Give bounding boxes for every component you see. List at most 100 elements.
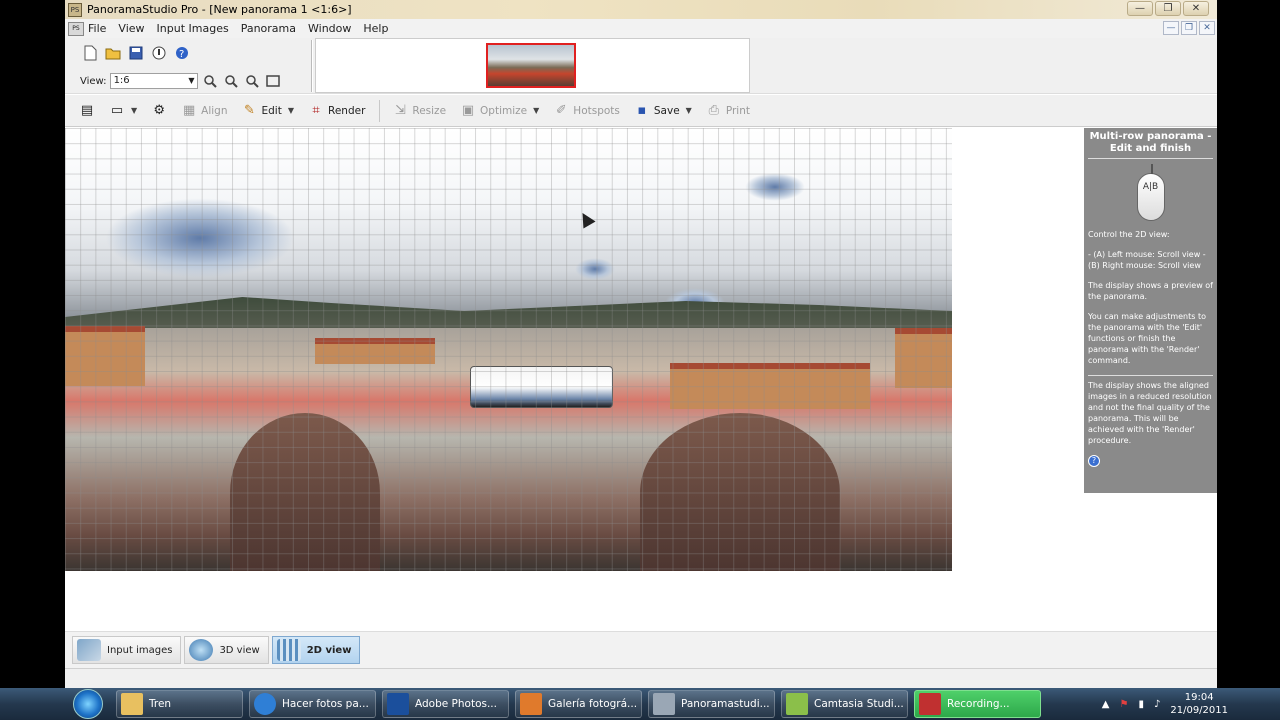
- taskbar-item-panoramastudio[interactable]: Panoramastudi...: [648, 690, 775, 718]
- help-question-icon[interactable]: ?: [1088, 455, 1100, 467]
- doc-minimize-button[interactable]: —: [1163, 21, 1179, 35]
- taskbar-item-label: Panoramastudi...: [681, 698, 770, 710]
- clock[interactable]: 19:04 21/09/2011: [1170, 691, 1228, 717]
- render-button[interactable]: ⌗ Render: [308, 103, 365, 118]
- tab-2d-view-label: 2D view: [306, 644, 352, 656]
- chevron-down-icon: ▼: [131, 106, 138, 115]
- taskbar-item-label: Galería fotográ...: [548, 698, 638, 710]
- chevron-down-icon: ▼: [533, 106, 540, 115]
- open-folder-icon[interactable]: [104, 44, 122, 62]
- info-icon[interactable]: [150, 44, 168, 62]
- taskbar-item-label: Adobe Photos...: [415, 698, 497, 710]
- system-tray: ▲ ⚑ ▮ ♪ 19:04 21/09/2011: [1050, 688, 1280, 720]
- zoom-fit-height-icon[interactable]: [243, 72, 261, 90]
- taskbar-item-recording[interactable]: Recording...: [914, 690, 1041, 718]
- help-text-4: You can make adjustments to the panorama…: [1088, 312, 1206, 365]
- camtasia-icon: [786, 693, 808, 715]
- tab-2d-view[interactable]: 2D view: [271, 636, 361, 664]
- tab-input-images[interactable]: Input images: [72, 636, 182, 664]
- zoom-select[interactable]: 1:6 ▼: [109, 73, 198, 89]
- crop-tool-button[interactable]: ▭ ▼: [109, 103, 137, 118]
- status-bar: [65, 668, 1217, 688]
- doc-restore-button[interactable]: ❐: [1181, 21, 1197, 35]
- print-button[interactable]: ⎙ Print: [706, 103, 750, 118]
- flag-icon[interactable]: ⚑: [1119, 699, 1128, 710]
- taskbar-item-tren[interactable]: Tren: [116, 690, 243, 718]
- document-icon[interactable]: PS: [68, 21, 84, 36]
- hotspots-button[interactable]: ✐ Hotspots: [553, 103, 620, 118]
- pano-grid-overlay: [65, 128, 952, 571]
- hotspots-label: Hotspots: [573, 104, 620, 117]
- render-label: Render: [328, 104, 366, 117]
- projection-tool-button[interactable]: ⚙: [151, 103, 167, 118]
- align-button[interactable]: ▦ Align: [181, 103, 228, 118]
- doc-close-button[interactable]: ✕: [1199, 21, 1215, 35]
- edit-button[interactable]: ✎ Edit ▼: [242, 103, 294, 118]
- tab-3d-view[interactable]: 3D view: [184, 636, 269, 664]
- help-text-2: - (A) Left mouse: Scroll view - (B) Righ…: [1088, 250, 1206, 270]
- volume-icon[interactable]: ♪: [1154, 699, 1160, 710]
- new-file-icon[interactable]: [81, 44, 99, 62]
- menu-input-images[interactable]: Input Images: [157, 22, 229, 35]
- menu-view[interactable]: View: [118, 22, 144, 35]
- flat-grid-icon: [276, 639, 301, 661]
- taskbar-item-label: Recording...: [947, 698, 1010, 710]
- help-panel: Multi-row panorama - Edit and finish A|B…: [1084, 128, 1217, 493]
- help-text-3: The display shows a preview of the panor…: [1088, 281, 1213, 301]
- tab-3d-view-label: 3D view: [219, 644, 260, 656]
- file-toolbar: ?: [81, 44, 191, 62]
- zoom-out-icon[interactable]: [222, 72, 240, 90]
- window-controls: — ❐ ✕: [1127, 1, 1209, 16]
- taskbar-item-gallery[interactable]: Galería fotográ...: [515, 690, 642, 718]
- input-images-tool-button[interactable]: ▤: [79, 103, 95, 118]
- align-label: Align: [201, 104, 228, 117]
- taskbar-item-photoshop[interactable]: Adobe Photos...: [382, 690, 509, 718]
- resize-button[interactable]: ⇲ Resize: [392, 103, 446, 118]
- pencil-icon: ✎: [244, 103, 255, 118]
- menu-panorama[interactable]: Panorama: [241, 22, 296, 35]
- folder-icon: [121, 693, 143, 715]
- left-black-margin: [0, 0, 65, 688]
- chevron-down-icon: ▼: [287, 106, 294, 115]
- clock-time: 19:04: [1184, 692, 1214, 703]
- save-disk-icon[interactable]: [127, 44, 145, 62]
- minimize-button[interactable]: —: [1127, 1, 1153, 16]
- menu-file[interactable]: File: [88, 22, 106, 35]
- render-crop-icon: ⌗: [312, 103, 320, 118]
- help-icon[interactable]: ?: [173, 44, 191, 62]
- menu-help[interactable]: Help: [363, 22, 388, 35]
- taskbar-item-label: Hacer fotos pa...: [282, 698, 369, 710]
- network-icon[interactable]: ▮: [1138, 699, 1144, 710]
- taskbar-item-browser[interactable]: Hacer fotos pa...: [249, 690, 376, 718]
- show-hidden-icons-icon[interactable]: ▲: [1102, 699, 1110, 710]
- internet-explorer-icon: [254, 693, 276, 715]
- maximize-button[interactable]: ❐: [1155, 1, 1181, 16]
- save-button[interactable]: ▪ Save ▼: [634, 103, 692, 118]
- tab-input-images-label: Input images: [107, 644, 173, 656]
- menu-window[interactable]: Window: [308, 22, 351, 35]
- toolbar-separator: [379, 99, 381, 122]
- images-stack-icon: ▤: [80, 103, 94, 118]
- view-tabs: Input images 3D view 2D view: [65, 631, 1217, 668]
- view-zoom-row: View: 1:6 ▼: [80, 72, 282, 90]
- taskbar-item-camtasia[interactable]: Camtasia Studi...: [781, 690, 908, 718]
- help-note: The display shows the aligned images in …: [1088, 375, 1213, 446]
- mouse-ab-label: A|B: [1142, 182, 1159, 192]
- chevron-down-icon: ▼: [685, 106, 692, 115]
- photoshop-icon: [387, 693, 409, 715]
- panorama-thumbnail[interactable]: [486, 43, 576, 88]
- frame-icon: ▭: [110, 103, 124, 118]
- globe-icon: [189, 639, 214, 661]
- print-label: Print: [725, 104, 750, 117]
- optimize-button[interactable]: ▣ Optimize ▼: [460, 103, 539, 118]
- start-button[interactable]: [66, 688, 110, 720]
- close-button[interactable]: ✕: [1183, 1, 1209, 16]
- windows-taskbar: Tren Hacer fotos pa... Adobe Photos... G…: [0, 688, 1280, 720]
- zoom-in-icon[interactable]: [201, 72, 219, 90]
- fit-window-icon[interactable]: [264, 72, 282, 90]
- panorama-2d-preview[interactable]: [65, 128, 952, 571]
- hotspot-icon: ✐: [555, 103, 567, 118]
- menu-bar: PS File View Input Images Panorama Windo…: [65, 19, 1217, 38]
- taskbar-item-label: Tren: [149, 698, 172, 710]
- optimize-label: Optimize: [480, 104, 528, 117]
